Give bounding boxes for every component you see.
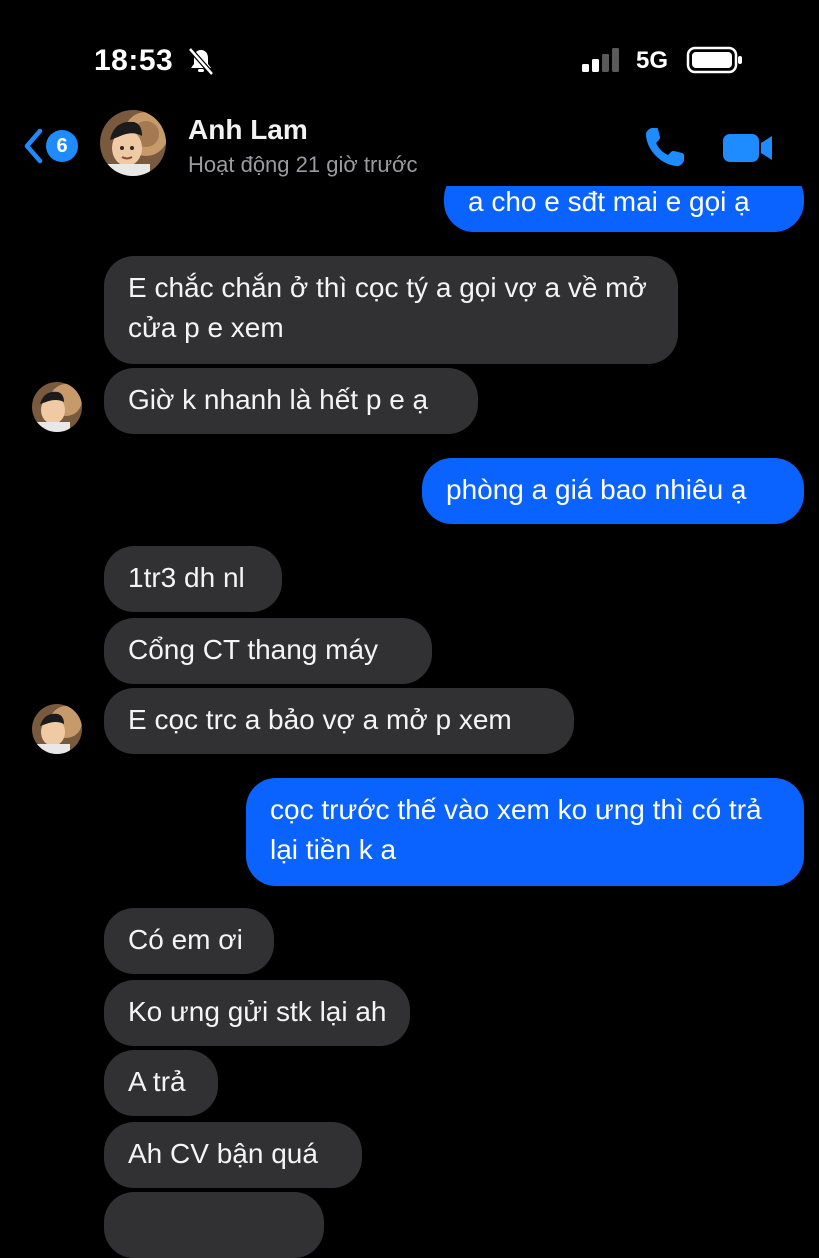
chat-header: 6 Anh Lam Hoạt động 21 giờ trước — [0, 100, 819, 190]
message-incoming-partial[interactable] — [104, 1192, 324, 1258]
battery-icon — [686, 46, 742, 74]
phone-icon[interactable] — [642, 124, 688, 170]
cellular-signal-icon — [582, 48, 619, 72]
message-incoming[interactable]: Ah CV bận quá — [104, 1122, 362, 1188]
message-incoming[interactable]: A trả — [104, 1050, 218, 1116]
back-button[interactable]: 6 — [22, 126, 82, 166]
bell-slash-icon — [188, 47, 214, 76]
contact-avatar[interactable] — [100, 110, 166, 176]
message-outgoing[interactable]: cọc trước thế vào xem ko ưng thì có trả … — [246, 778, 804, 886]
contact-avatar[interactable] — [32, 704, 82, 754]
status-time: 18:53 — [94, 44, 174, 77]
contact-name[interactable]: Anh Lam — [188, 114, 308, 146]
status-bar: 18:53 5G — [0, 0, 819, 110]
contact-active-status: Hoạt động 21 giờ trước — [188, 152, 418, 177]
message-incoming[interactable]: Giờ k nhanh là hết p e ạ — [104, 368, 478, 434]
contact-avatar[interactable] — [32, 382, 82, 432]
message-incoming[interactable]: Ko ưng gửi stk lại ah — [104, 980, 410, 1046]
network-type: 5G — [636, 47, 669, 74]
message-outgoing[interactable]: phòng a giá bao nhiêu ạ — [422, 458, 804, 524]
message-incoming[interactable]: E cọc trc a bảo vợ a mở p xem — [104, 688, 574, 754]
message-incoming[interactable]: E chắc chắn ở thì cọc tý a gọi vợ a về m… — [104, 256, 678, 364]
unread-count-badge: 6 — [46, 130, 78, 162]
message-incoming[interactable]: Có em ơi — [104, 908, 274, 974]
message-incoming[interactable]: Cổng CT thang máy — [104, 618, 432, 684]
message-incoming[interactable]: 1tr3 dh nl — [104, 546, 282, 612]
video-camera-icon[interactable] — [720, 128, 776, 168]
chevron-left-icon — [24, 128, 43, 164]
